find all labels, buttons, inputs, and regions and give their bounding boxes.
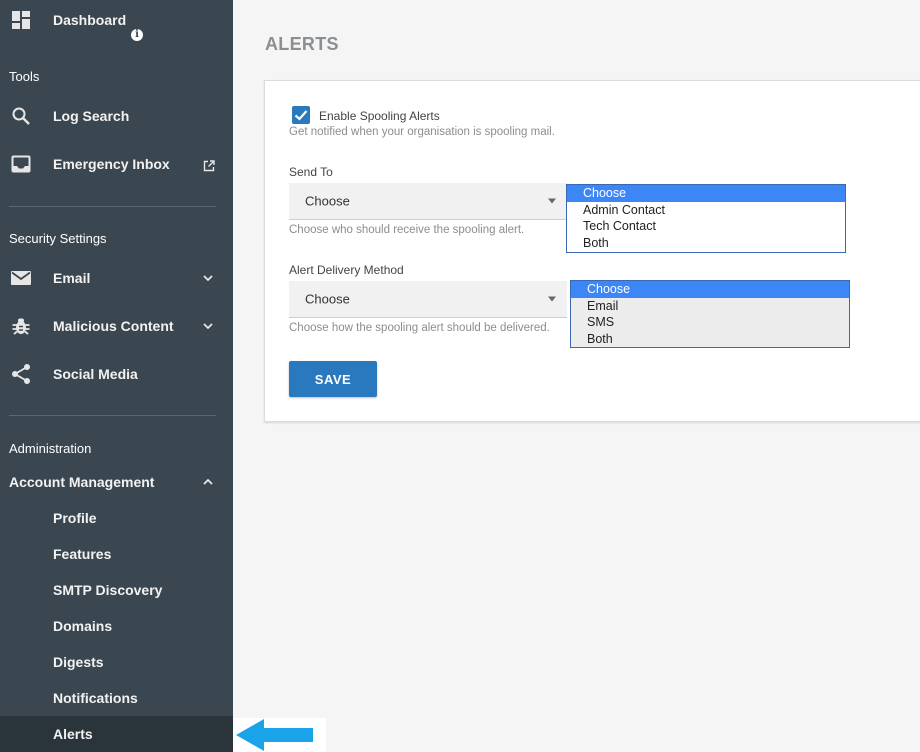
- delivery-method-hint: Choose how the spooling alert should be …: [289, 322, 550, 334]
- divider: [9, 206, 216, 207]
- listbox-option[interactable]: Tech Contact: [567, 218, 845, 235]
- sidebar-item-smtp-discovery[interactable]: SMTP Discovery: [0, 572, 233, 608]
- sidebar-item-label: Domains: [53, 618, 113, 634]
- caret-down-icon: [548, 296, 556, 302]
- inbox-icon: [10, 153, 32, 175]
- dashboard-icon: [10, 9, 32, 31]
- sidebar-item-log-search[interactable]: Log Search: [0, 98, 233, 134]
- delivery-method-value: Choose: [305, 291, 350, 307]
- sidebar-item-label: Social Media: [53, 366, 138, 382]
- sidebar-item-emergency-inbox[interactable]: Emergency Inbox: [0, 146, 233, 182]
- sidebar-item-digests[interactable]: Digests: [0, 644, 233, 680]
- sidebar-item-domains[interactable]: Domains: [0, 608, 233, 644]
- listbox-option[interactable]: Both: [567, 235, 845, 252]
- sidebar-item-features[interactable]: Features: [0, 536, 233, 572]
- share-icon: [10, 363, 32, 385]
- sidebar-item-label: Log Search: [53, 108, 130, 124]
- caret-down-icon: [548, 198, 556, 204]
- delivery-method-select[interactable]: Choose: [289, 281, 567, 318]
- annotation-box: [233, 718, 326, 752]
- listbox-option[interactable]: Both: [571, 331, 849, 348]
- send-to-hint: Choose who should receive the spooling a…: [289, 224, 525, 236]
- divider: [9, 415, 216, 416]
- chevron-up-icon[interactable]: [200, 474, 216, 490]
- listbox-option[interactable]: Email: [571, 298, 849, 315]
- sidebar-item-label: Profile: [53, 510, 97, 526]
- listbox-option[interactable]: Admin Contact: [567, 202, 845, 219]
- sidebar-item-label: Features: [53, 546, 112, 562]
- external-link-icon: [203, 159, 215, 177]
- sidebar-item-label: Alerts: [53, 726, 93, 742]
- save-button[interactable]: SAVE: [289, 361, 377, 397]
- sidebar-item-label: SMTP Discovery: [53, 582, 163, 598]
- sidebar-item-label: Emergency Inbox: [53, 156, 170, 172]
- sidebar-item-email[interactable]: Email: [0, 260, 233, 296]
- sidebar-item-label: Account Management: [9, 474, 155, 490]
- left-arrow-icon: [233, 718, 326, 752]
- enable-spooling-hint: Get notified when your organisation is s…: [289, 126, 555, 138]
- send-to-label: Send To: [289, 165, 333, 179]
- sidebar-item-label: Digests: [53, 654, 104, 670]
- section-header-security: Security Settings: [9, 231, 107, 246]
- chevron-down-icon[interactable]: [200, 318, 216, 334]
- search-icon: [10, 105, 32, 127]
- enable-spooling-label: Enable Spooling Alerts: [319, 109, 440, 123]
- listbox-option[interactable]: Choose: [571, 281, 849, 298]
- send-to-value: Choose: [305, 193, 350, 209]
- send-to-select[interactable]: Choose: [289, 183, 567, 220]
- send-to-listbox[interactable]: Choose Admin Contact Tech Contact Both: [566, 184, 846, 253]
- listbox-option[interactable]: SMS: [571, 314, 849, 331]
- sidebar-item-label: Notifications: [53, 690, 138, 706]
- sidebar-item-label: Email: [53, 270, 91, 286]
- chevron-down-icon[interactable]: [200, 270, 216, 286]
- sidebar-item-dashboard[interactable]: Dashboard i: [0, 2, 233, 41]
- sidebar-item-profile[interactable]: Profile: [0, 500, 233, 536]
- sidebar-item-social-media[interactable]: Social Media: [0, 356, 233, 392]
- section-header-administration: Administration: [9, 441, 92, 456]
- sidebar-item-account-management[interactable]: Account Management: [0, 464, 233, 500]
- bug-icon: [10, 315, 32, 337]
- sidebar: Dashboard i Tools Log Search Emergency I…: [0, 0, 233, 752]
- sidebar-item-label: Dashboard: [53, 12, 127, 28]
- sidebar-item-malicious-content[interactable]: Malicious Content: [0, 308, 233, 344]
- section-header-tools: Tools: [9, 69, 40, 84]
- info-icon: i: [131, 29, 143, 41]
- sidebar-item-alerts[interactable]: Alerts: [0, 716, 233, 752]
- delivery-method-label: Alert Delivery Method: [289, 263, 404, 277]
- delivery-method-listbox[interactable]: Choose Email SMS Both: [570, 280, 850, 348]
- sidebar-item-label: Malicious Content: [53, 318, 174, 334]
- enable-spooling-checkbox[interactable]: [292, 106, 310, 124]
- mail-icon: [10, 267, 32, 289]
- listbox-option[interactable]: Choose: [567, 185, 845, 202]
- sidebar-item-notifications[interactable]: Notifications: [0, 680, 233, 716]
- page-title: ALERTS: [265, 34, 339, 54]
